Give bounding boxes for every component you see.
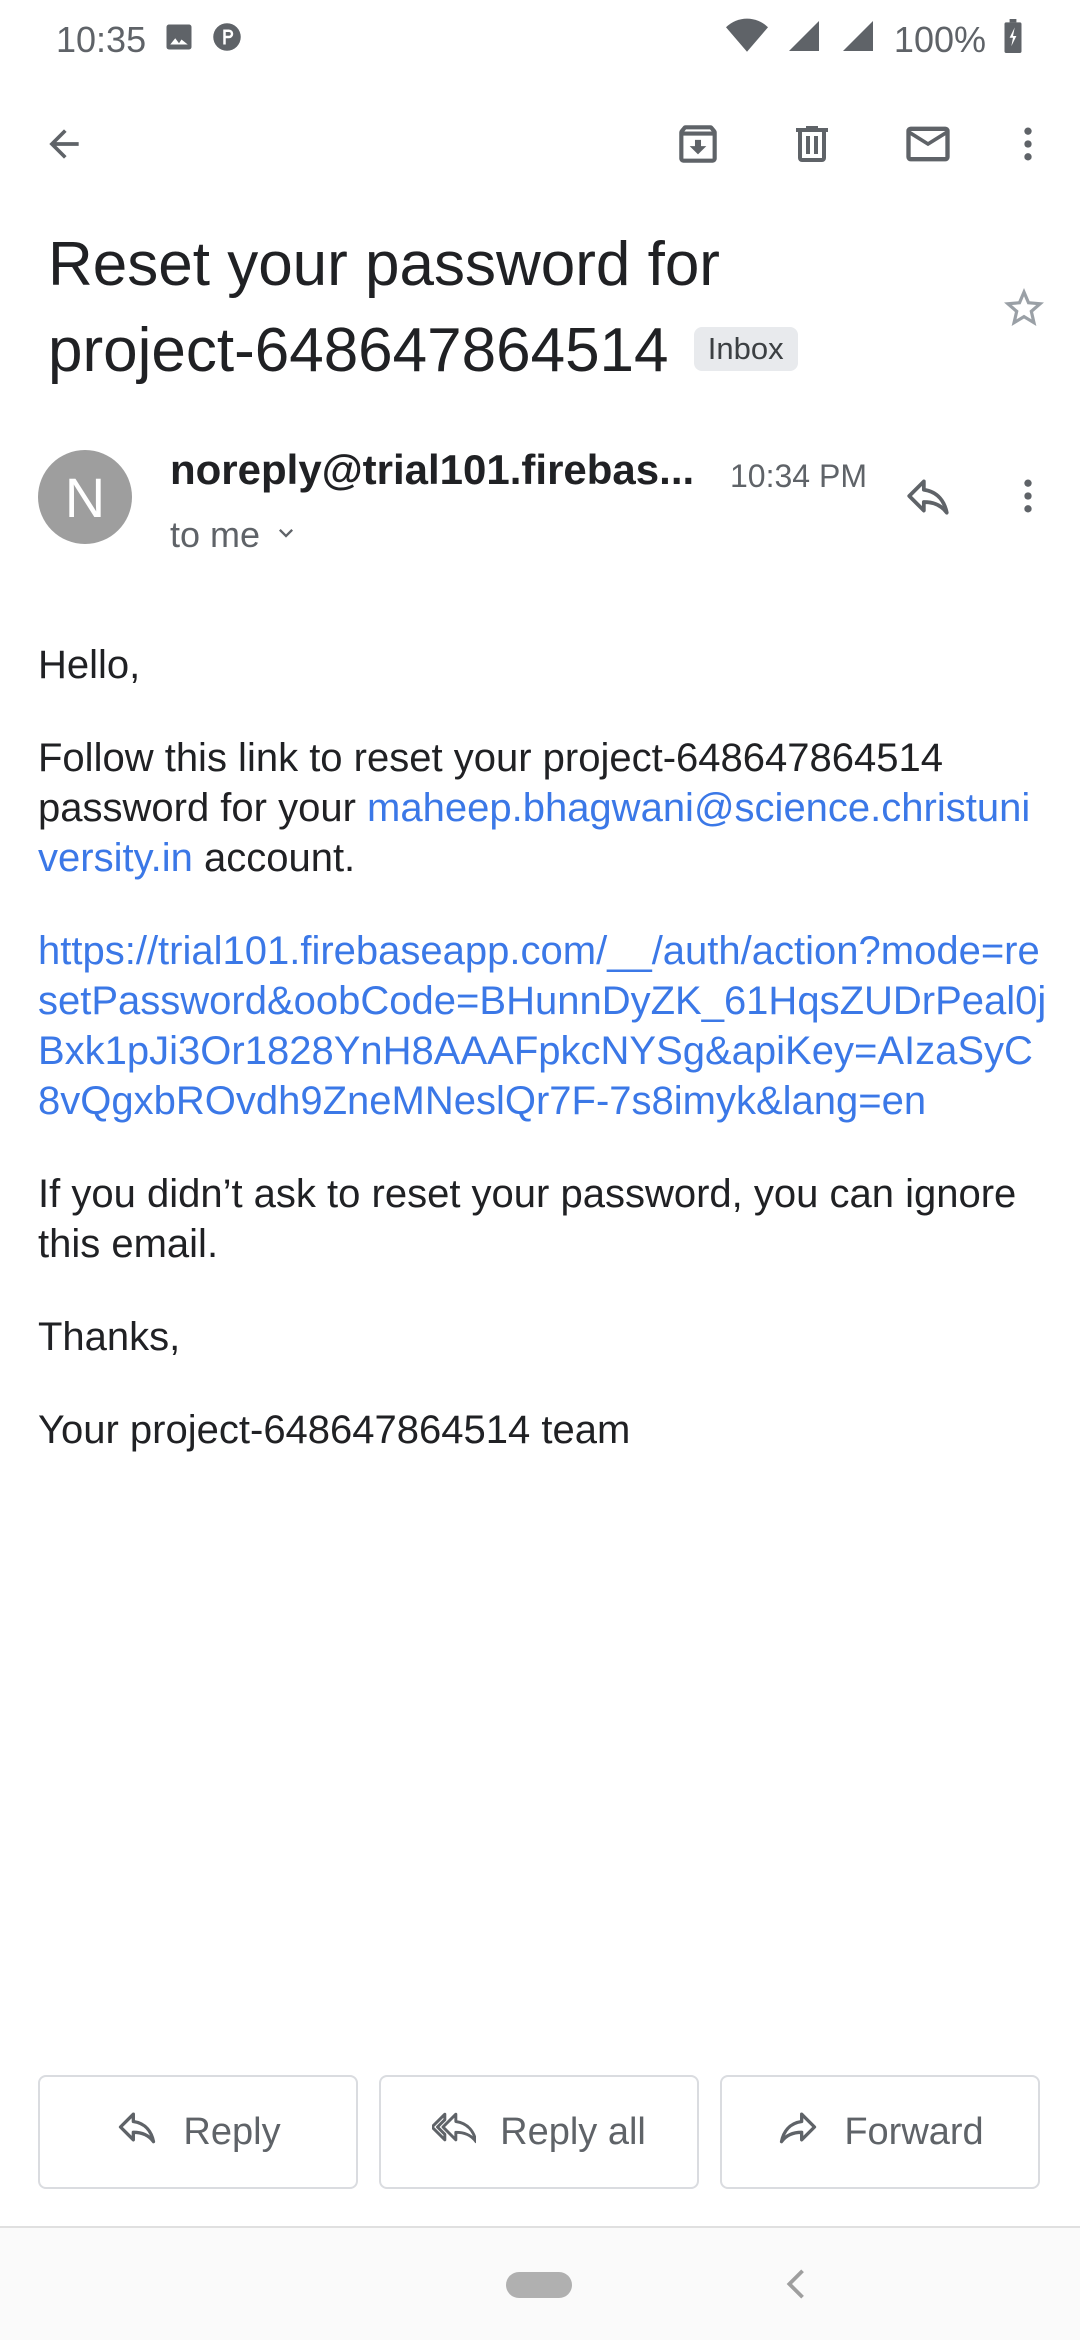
thanks-text: Thanks, <box>38 1315 181 1359</box>
nav-back-icon[interactable] <box>780 2262 810 2306</box>
forward-label: Forward <box>844 2110 984 2153</box>
battery-percent: 100% <box>893 19 986 60</box>
reset-link-paragraph: https://trial101.firebaseapp.com/__/auth… <box>38 926 1048 1126</box>
subject-line-1: Reset your password for <box>48 230 720 299</box>
status-bar: 10:35 100% <box>0 0 1080 80</box>
toolbar <box>0 100 1080 190</box>
body-paragraph: If you didn’t ask to reset your password… <box>38 1172 1017 1266</box>
reply-all-icon <box>430 2105 478 2159</box>
chevron-down-icon <box>272 514 300 556</box>
sender-name[interactable]: noreply@trial101.firebas... <box>170 446 710 494</box>
reply-icon[interactable] <box>888 456 968 536</box>
reply-button[interactable]: Reply <box>38 2075 358 2189</box>
body-paragraph: Follow this link to reset your project-6… <box>38 733 1048 883</box>
reply-label: Reply <box>183 2110 281 2153</box>
signal-icon <box>786 18 822 63</box>
back-arrow-icon[interactable] <box>24 104 104 184</box>
image-icon <box>164 19 194 61</box>
star-icon[interactable] <box>994 278 1054 338</box>
recipient-details[interactable]: to me <box>170 514 300 556</box>
status-time: 10:35 <box>56 19 147 60</box>
reply-icon <box>115 2105 159 2159</box>
status-right: 100% <box>725 18 1022 63</box>
battery-icon <box>1004 18 1022 62</box>
status-left: 10:35 <box>56 19 242 61</box>
reply-all-button[interactable]: Reply all <box>379 2075 699 2189</box>
reply-all-label: Reply all <box>500 2110 646 2153</box>
body-text: account. <box>192 836 356 880</box>
delete-icon[interactable] <box>772 104 852 184</box>
forward-button[interactable]: Forward <box>720 2075 1040 2189</box>
avatar[interactable]: N <box>38 450 132 544</box>
more-vert-icon[interactable] <box>988 456 1068 536</box>
email-subject: Reset your password for project-64864786… <box>48 222 998 394</box>
forward-icon <box>776 2105 820 2159</box>
recipient-text: to me <box>170 514 261 555</box>
reset-password-link[interactable]: https://trial101.firebaseapp.com/__/auth… <box>38 929 1046 1123</box>
email-body: Hello, Follow this link to reset your pr… <box>38 640 1048 1498</box>
mark-unread-icon[interactable] <box>888 104 968 184</box>
home-pill[interactable] <box>506 2272 572 2298</box>
sent-time: 10:34 PM <box>730 458 867 494</box>
signal-icon <box>840 18 876 63</box>
p-icon <box>212 19 242 61</box>
archive-icon[interactable] <box>658 104 738 184</box>
subject-text: project-648647864514 <box>48 316 669 385</box>
wifi-icon <box>725 18 768 63</box>
more-vert-icon[interactable] <box>988 104 1068 184</box>
signature: Your project-648647864514 team <box>38 1408 631 1452</box>
system-nav-bar <box>0 2228 1080 2340</box>
subject-line-2: project-648647864514 Inbox <box>48 308 998 394</box>
inbox-label-badge[interactable]: Inbox <box>693 326 798 371</box>
greeting: Hello, <box>38 643 141 687</box>
